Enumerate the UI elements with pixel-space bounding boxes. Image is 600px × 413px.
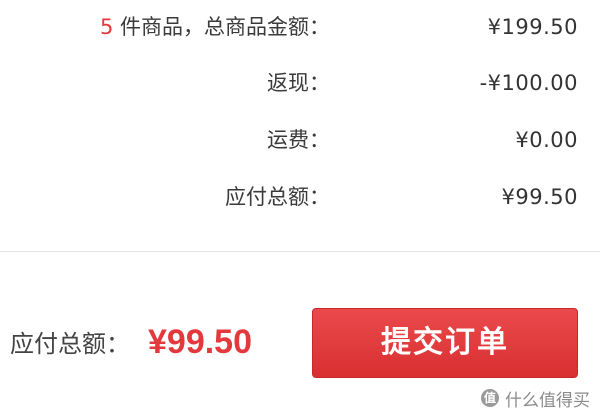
items-total-value: ¥199.50: [487, 15, 578, 39]
shipping-label: 运费：: [267, 128, 330, 152]
cashback-label: 返现：: [267, 71, 330, 95]
watermark-text: 什么值得买: [505, 390, 590, 411]
cashback-row: 返现： -¥100.00: [0, 68, 600, 98]
payable-value: ¥99.50: [501, 185, 578, 209]
order-summary: 5 件商品，总商品金额： ¥199.50 返现： -¥100.00 运费： ¥0…: [0, 0, 600, 250]
submit-order-button[interactable]: 提交订单: [312, 308, 578, 378]
cashback-value: -¥100.00: [479, 71, 578, 95]
shipping-row: 运费： ¥0.00: [0, 125, 600, 155]
shipping-value: ¥0.00: [515, 128, 578, 152]
payable-row: 应付总额： ¥99.50: [0, 182, 600, 212]
item-count: 5: [99, 15, 114, 39]
smzdm-logo-icon: 值: [481, 389, 499, 407]
payable-label: 应付总额：: [225, 185, 330, 209]
items-total-row: 5 件商品，总商品金额： ¥199.50: [0, 12, 600, 42]
watermark: 值 什么值得买: [481, 387, 590, 411]
total-amount: ¥99.50: [148, 323, 252, 361]
total-label: 应付总额：: [10, 330, 130, 358]
items-total-label: 5 件商品，总商品金额：: [99, 15, 330, 39]
